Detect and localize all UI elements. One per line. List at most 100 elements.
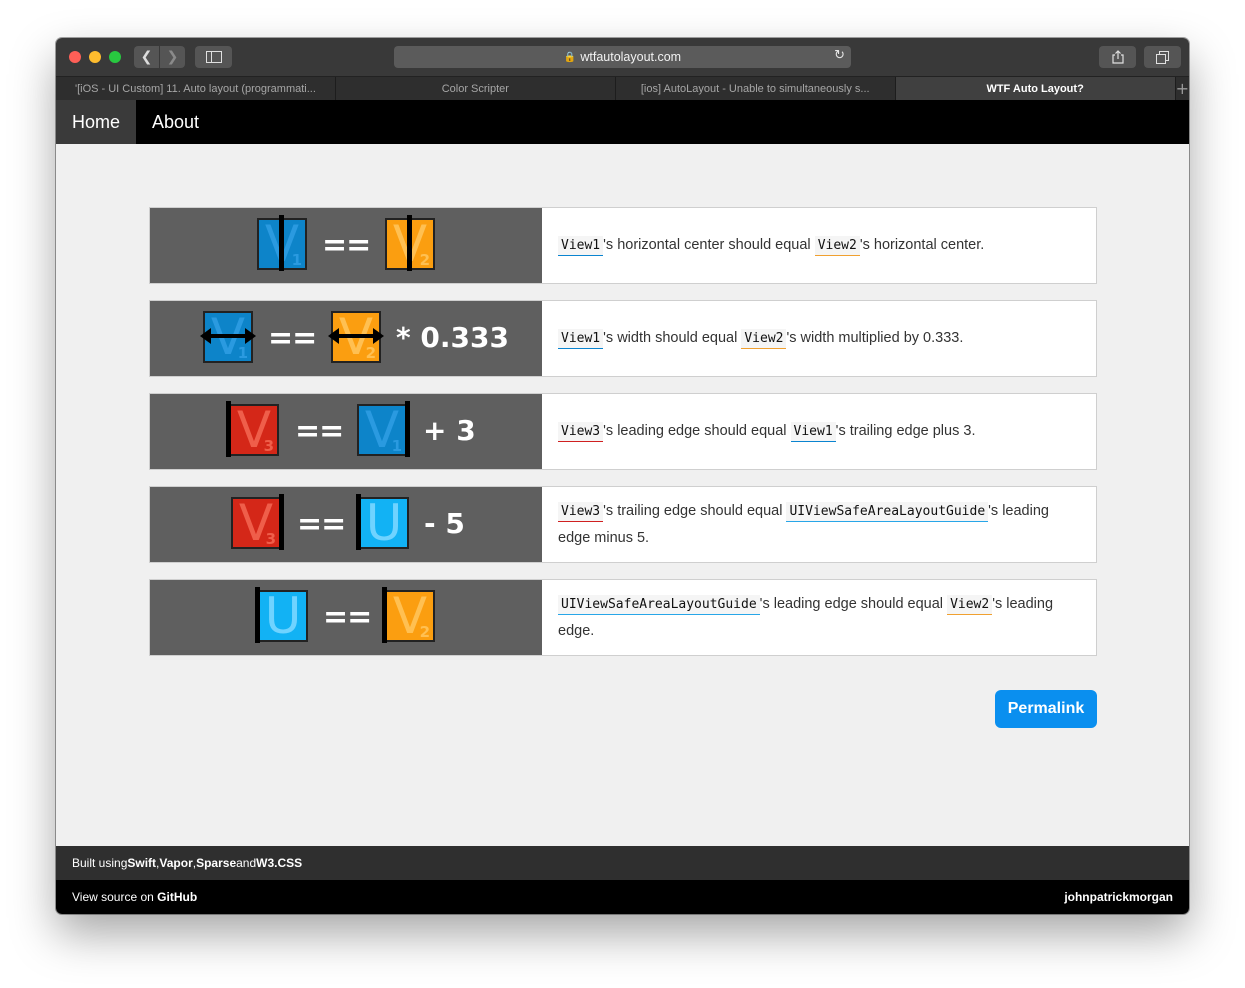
author-link[interactable]: johnpatrickmorgan	[1064, 890, 1173, 904]
constraint-description: UIViewSafeAreaLayoutGuide's leading edge…	[542, 580, 1096, 655]
constraint-row: U == V 2 UIViewSafeAreaLayoutGuide's lea…	[149, 579, 1097, 656]
leading-edge-marker	[382, 587, 387, 643]
description-fragment: 's width multiplied by 0.333.	[786, 330, 964, 346]
w3css-link[interactable]: W3.CSS	[256, 856, 302, 870]
width-arrow-icon	[200, 328, 256, 344]
sparse-link[interactable]: Sparse	[196, 856, 236, 870]
description-text: View1's horizontal center should equal V…	[558, 232, 984, 259]
share-icon	[1111, 50, 1124, 64]
chevron-right-icon: ❯	[166, 49, 179, 65]
constraint-visual: U == V 2	[150, 580, 542, 655]
zoom-window-button[interactable]	[109, 51, 121, 63]
description-fragment: 's leading edge should equal	[603, 423, 791, 439]
view2-box: V 2	[385, 590, 435, 642]
safe-area-box: U	[258, 590, 308, 642]
description-text: View1's width should equal View2's width…	[558, 325, 963, 352]
share-button[interactable]	[1099, 46, 1136, 68]
close-window-button[interactable]	[69, 51, 81, 63]
new-tab-button[interactable]: +	[1175, 77, 1189, 100]
browser-tab[interactable]: [ios] AutoLayout - Unable to simultaneou…	[615, 77, 896, 100]
description-text: View3's leading edge should equal View1 '…	[558, 418, 975, 445]
tab-overview-button[interactable]	[1144, 46, 1181, 68]
history-nav: ❮ ❯	[134, 46, 185, 68]
reload-icon[interactable]: ↻	[834, 48, 845, 63]
nav-home-link[interactable]: Home	[56, 100, 137, 144]
equals-operator: ==	[322, 228, 371, 263]
title-bar: ❮ ❯ 🔒 wtfautolayout.com ↻	[56, 38, 1189, 76]
url-text: wtfautolayout.com	[580, 50, 682, 64]
view3-box: V 3	[231, 497, 281, 549]
nav-about-link[interactable]: About	[136, 100, 215, 144]
forward-button[interactable]: ❯	[160, 46, 185, 68]
description-text: UIViewSafeAreaLayoutGuide's leading edge…	[558, 591, 1082, 644]
view1-box: V 1	[357, 404, 407, 456]
tab-bar: '[iOS - UI Custom] 11. Auto layout (prog…	[56, 76, 1189, 100]
footer-credits: Built using Swift, Vapor, Sparse and W3.…	[56, 846, 1189, 880]
safe-area-letter: U	[264, 590, 302, 642]
constraint-description: View1's width should equal View2's width…	[542, 301, 1096, 376]
safe-area-letter: U	[365, 497, 403, 549]
description-fragment: 's width should equal	[603, 330, 742, 346]
footer-text: and	[236, 856, 257, 870]
lock-icon: 🔒	[563, 51, 577, 63]
center-line-marker	[407, 215, 412, 271]
constraint-row: V 1 == V 2 View1's horizontal center sho…	[149, 207, 1097, 284]
constraint-row: V 3 == U - 5 View3's trailing edge shoul…	[149, 486, 1097, 563]
site-navigation: Home About	[56, 100, 1189, 144]
equals-operator: ==	[295, 414, 344, 449]
github-link[interactable]: GitHub	[157, 890, 197, 904]
view2-subscript: 2	[419, 623, 430, 641]
plus-icon: +	[1175, 79, 1189, 98]
description-fragment: 's trailing edge should equal	[603, 503, 787, 519]
description-fragment: 's horizontal center should equal	[603, 237, 815, 253]
sidebar-toggle-button[interactable]	[195, 46, 232, 68]
view-code-token: View1	[558, 329, 604, 349]
description-fragment: 's horizontal center.	[859, 237, 985, 253]
swift-link[interactable]: Swift	[127, 856, 156, 870]
description-text: View3's trailing edge should equal UIVie…	[558, 498, 1082, 551]
view-source: View source on GitHub	[72, 890, 197, 904]
trailing-edge-marker	[279, 494, 284, 550]
constant-operator: - 5	[424, 507, 465, 540]
view1-subscript: 1	[391, 437, 402, 455]
constraint-row: V 1 == V 2 * 0.333 View1's width should …	[149, 300, 1097, 377]
constraint-description: View3's trailing edge should equal UIVie…	[542, 487, 1096, 562]
browser-tab[interactable]: '[iOS - UI Custom] 11. Auto layout (prog…	[56, 77, 336, 100]
leading-edge-marker	[226, 401, 231, 457]
browser-tab-active[interactable]: WTF Auto Layout?	[895, 77, 1176, 100]
vapor-link[interactable]: Vapor	[159, 856, 192, 870]
constraint-visual: V 1 == V 2	[150, 208, 542, 283]
constraint-visual: V 3 == V 1 + 3	[150, 394, 542, 469]
browser-tab[interactable]: Color Scripter	[335, 77, 616, 100]
constant-operator: + 3	[423, 414, 476, 447]
constraint-description: View1's horizontal center should equal V…	[542, 208, 1096, 283]
view-code-token: View3	[558, 422, 604, 442]
browser-window: ❮ ❯ 🔒 wtfautolayout.com ↻ '[iOS - UI Cus…	[56, 38, 1189, 914]
tab-overview-icon	[1156, 50, 1169, 64]
constraint-visual: V 1 == V 2 * 0.333	[150, 301, 542, 376]
view-code-token: View1	[558, 236, 604, 256]
view-code-token: View3	[558, 502, 604, 522]
equals-operator: ==	[268, 321, 317, 356]
view-code-token: View2	[947, 595, 993, 615]
view-code-token: View1	[790, 422, 836, 442]
description-fragment: 's leading edge should equal	[759, 596, 948, 612]
view1-subscript: 1	[237, 344, 248, 362]
footer-text: Built using	[72, 856, 128, 870]
leading-edge-marker	[356, 494, 361, 550]
view3-subscript: 3	[265, 530, 276, 548]
multiplier-operator: * 0.333	[396, 321, 509, 354]
center-line-marker	[279, 215, 284, 271]
constraint-row: V 3 == V 1 + 3 View3's leading edge shou…	[149, 393, 1097, 470]
footer-bottom: View source on GitHub johnpatrickmorgan	[56, 880, 1189, 914]
equals-operator: ==	[297, 507, 346, 542]
view-code-token: View2	[814, 236, 860, 256]
permalink-button[interactable]: Permalink	[995, 690, 1097, 728]
address-bar[interactable]: 🔒 wtfautolayout.com ↻	[394, 46, 851, 68]
back-button[interactable]: ❮	[134, 46, 159, 68]
constraint-description: View3's leading edge should equal View1 '…	[542, 394, 1096, 469]
minimize-window-button[interactable]	[89, 51, 101, 63]
description-fragment: 's trailing edge plus 3.	[835, 423, 976, 439]
constraint-visual: V 3 == U - 5	[150, 487, 542, 562]
view2-subscript: 2	[365, 344, 376, 362]
